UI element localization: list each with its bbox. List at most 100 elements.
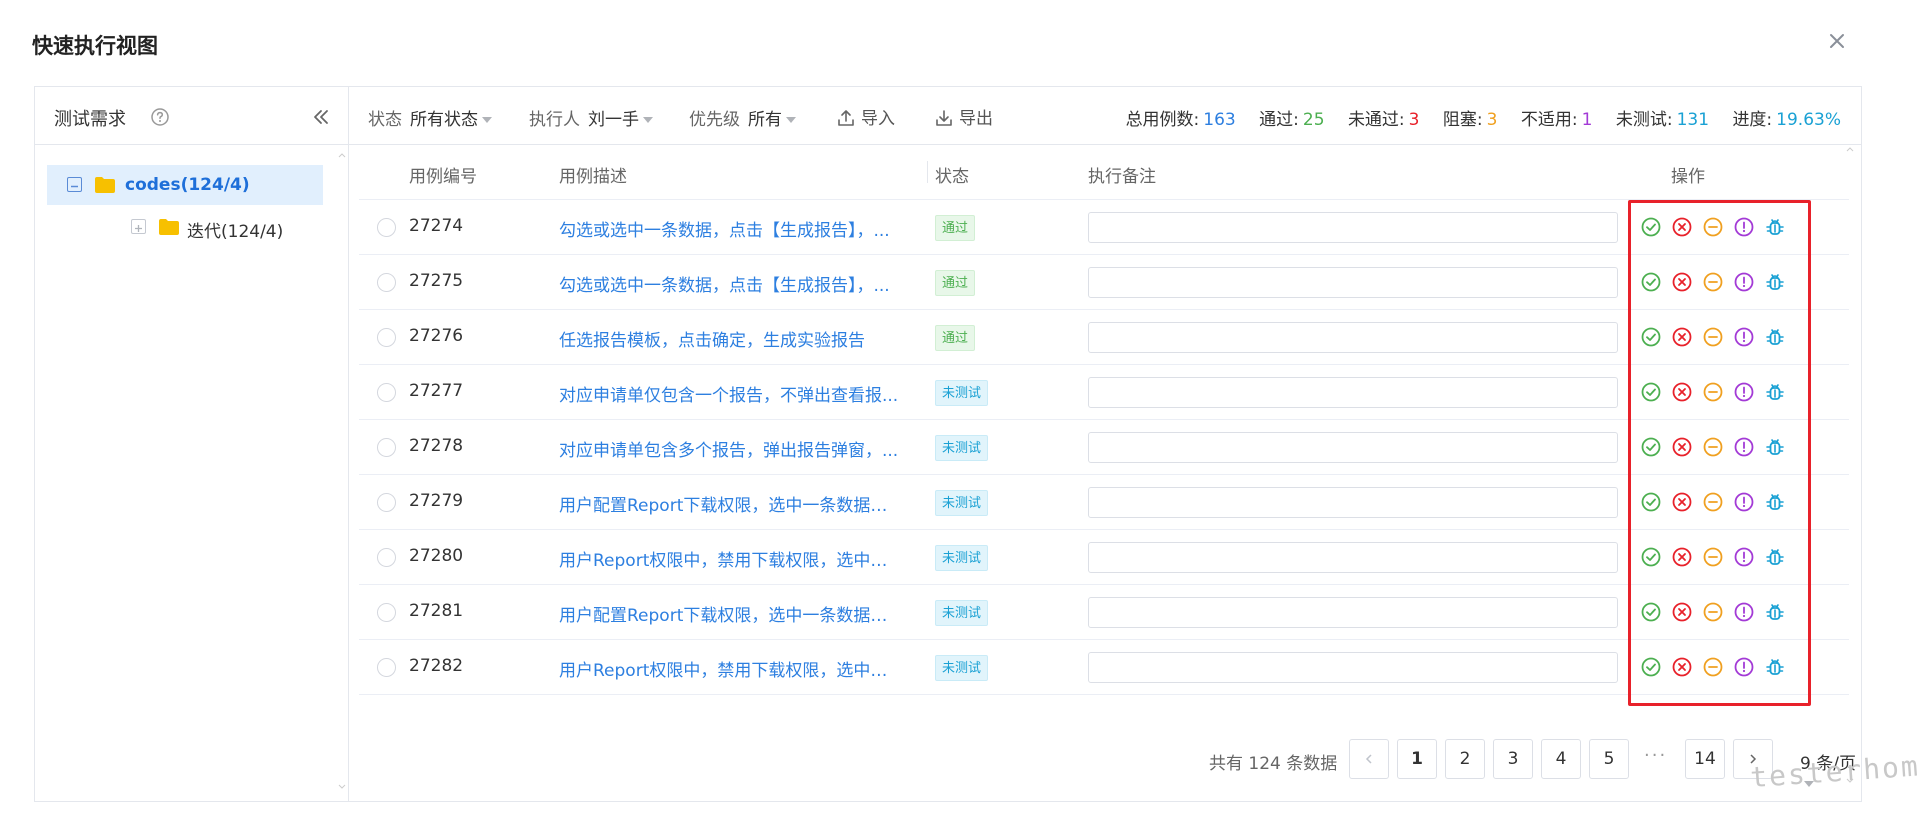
status-badge: 未测试 <box>935 380 989 406</box>
bug-icon[interactable] <box>1764 326 1786 348</box>
export-button[interactable]: 导出 <box>935 104 993 129</box>
stat-not-applicable: 不适用: 1 <box>1521 110 1593 130</box>
prev-page-button[interactable] <box>1349 739 1389 779</box>
help-icon[interactable] <box>150 107 170 127</box>
page-button-last[interactable]: 14 <box>1685 739 1725 779</box>
pass-icon[interactable] <box>1640 216 1662 238</box>
table-scrollbar[interactable] <box>1846 145 1854 785</box>
fail-icon[interactable] <box>1671 216 1693 238</box>
block-icon[interactable] <box>1702 601 1724 623</box>
case-description-link[interactable]: 对应申请单包含多个报告，弹出报告弹窗，... <box>559 436 899 461</box>
executor-filter[interactable]: 执行人 刘一手 <box>529 105 653 130</box>
bug-icon[interactable] <box>1764 271 1786 293</box>
block-icon[interactable] <box>1702 656 1724 678</box>
not-applicable-icon[interactable] <box>1733 381 1755 403</box>
case-description-link[interactable]: 任选报告模板，点击确定，生成实验报告 <box>559 326 899 351</box>
case-description-link[interactable]: 用户Report权限中，禁用下载权限，选中一... <box>559 656 899 681</box>
block-icon[interactable] <box>1702 491 1724 513</box>
bug-icon[interactable] <box>1764 436 1786 458</box>
execution-note-input[interactable] <box>1088 322 1618 353</box>
row-select-radio[interactable] <box>377 273 396 292</box>
case-description-link[interactable]: 对应申请单仅包含一个报告，不弹出查看报... <box>559 381 899 406</box>
pass-icon[interactable] <box>1640 381 1662 403</box>
case-description-link[interactable]: 用户配置Report下载权限，选中一条数据点... <box>559 601 899 626</box>
page-ellipsis[interactable]: ··· <box>1644 745 1667 766</box>
stat-na-value: 1 <box>1581 110 1593 130</box>
case-description-link[interactable]: 勾选或选中一条数据，点击【生成报告】，... <box>559 216 899 241</box>
case-description-link[interactable]: 用户配置Report下载权限，选中一条数据点... <box>559 491 899 516</box>
block-icon[interactable] <box>1702 436 1724 458</box>
pass-icon[interactable] <box>1640 546 1662 568</box>
fail-icon[interactable] <box>1671 546 1693 568</box>
execution-note-input[interactable] <box>1088 212 1618 243</box>
row-select-radio[interactable] <box>377 548 396 567</box>
close-icon[interactable] <box>1824 28 1850 54</box>
bug-icon[interactable] <box>1764 656 1786 678</box>
block-icon[interactable] <box>1702 326 1724 348</box>
stat-progress: 进度: 19.63% <box>1732 110 1841 130</box>
not-applicable-icon[interactable] <box>1733 326 1755 348</box>
execution-note-input[interactable] <box>1088 652 1618 683</box>
row-select-radio[interactable] <box>377 383 396 402</box>
pass-icon[interactable] <box>1640 436 1662 458</box>
fail-icon[interactable] <box>1671 326 1693 348</box>
not-applicable-icon[interactable] <box>1733 216 1755 238</box>
page-button-4[interactable]: 4 <box>1541 739 1581 779</box>
case-description-link[interactable]: 勾选或选中一条数据，点击【生成报告】，... <box>559 271 899 296</box>
status-filter[interactable]: 状态 所有状态 <box>368 105 492 130</box>
not-applicable-icon[interactable] <box>1733 656 1755 678</box>
fail-icon[interactable] <box>1671 601 1693 623</box>
tree-node-codes[interactable]: codes(124/4) <box>47 165 323 205</box>
tree-node-iteration[interactable]: 迭代(124/4) <box>47 209 323 245</box>
priority-filter[interactable]: 优先级 所有 <box>689 105 796 130</box>
not-applicable-icon[interactable] <box>1733 546 1755 568</box>
collapse-node-icon[interactable] <box>67 177 82 192</box>
import-button[interactable]: 导入 <box>837 104 895 129</box>
row-select-radio[interactable] <box>377 603 396 622</box>
not-applicable-icon[interactable] <box>1733 491 1755 513</box>
page-button-1[interactable]: 1 <box>1397 739 1437 779</box>
row-select-radio[interactable] <box>377 493 396 512</box>
bug-icon[interactable] <box>1764 216 1786 238</box>
fail-icon[interactable] <box>1671 656 1693 678</box>
bug-icon[interactable] <box>1764 491 1786 513</box>
sidebar-scrollbar[interactable] <box>338 151 346 791</box>
pass-icon[interactable] <box>1640 601 1662 623</box>
not-applicable-icon[interactable] <box>1733 436 1755 458</box>
not-applicable-icon[interactable] <box>1733 601 1755 623</box>
pass-icon[interactable] <box>1640 491 1662 513</box>
fail-icon[interactable] <box>1671 271 1693 293</box>
execution-note-input[interactable] <box>1088 377 1618 408</box>
page-button-5[interactable]: 5 <box>1589 739 1629 779</box>
fail-icon[interactable] <box>1671 436 1693 458</box>
collapse-panel-icon[interactable] <box>311 107 331 127</box>
row-select-radio[interactable] <box>377 658 396 677</box>
page-button-3[interactable]: 3 <box>1493 739 1533 779</box>
block-icon[interactable] <box>1702 546 1724 568</box>
execution-note-input[interactable] <box>1088 542 1618 573</box>
page-button-2[interactable]: 2 <box>1445 739 1485 779</box>
not-applicable-icon[interactable] <box>1733 271 1755 293</box>
bug-icon[interactable] <box>1764 601 1786 623</box>
row-select-radio[interactable] <box>377 438 396 457</box>
case-id: 27278 <box>409 436 464 456</box>
case-description-link[interactable]: 用户Report权限中，禁用下载权限，选中一... <box>559 546 899 571</box>
block-icon[interactable] <box>1702 381 1724 403</box>
bug-icon[interactable] <box>1764 546 1786 568</box>
bug-icon[interactable] <box>1764 381 1786 403</box>
stat-failed: 未通过: 3 <box>1348 110 1420 130</box>
pass-icon[interactable] <box>1640 326 1662 348</box>
fail-icon[interactable] <box>1671 381 1693 403</box>
pass-icon[interactable] <box>1640 656 1662 678</box>
expand-node-icon[interactable] <box>131 219 146 234</box>
block-icon[interactable] <box>1702 216 1724 238</box>
execution-note-input[interactable] <box>1088 487 1618 518</box>
pass-icon[interactable] <box>1640 271 1662 293</box>
row-select-radio[interactable] <box>377 328 396 347</box>
fail-icon[interactable] <box>1671 491 1693 513</box>
block-icon[interactable] <box>1702 271 1724 293</box>
execution-note-input[interactable] <box>1088 432 1618 463</box>
row-select-radio[interactable] <box>377 218 396 237</box>
execution-note-input[interactable] <box>1088 597 1618 628</box>
execution-note-input[interactable] <box>1088 267 1618 298</box>
